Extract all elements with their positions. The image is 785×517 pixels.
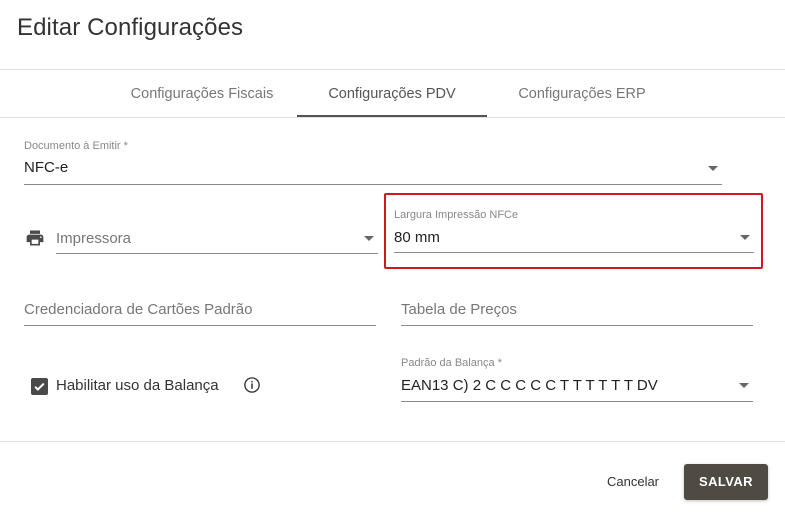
documento-select[interactable]: Documento à Emitir * NFC-e [24, 140, 722, 186]
documento-value: NFC-e [24, 159, 69, 176]
largura-underline [394, 252, 754, 253]
edit-settings-dialog: Editar Configurações Configurações Fisca… [0, 0, 785, 517]
chevron-down-icon [364, 236, 374, 241]
tab-configuracoes-pdv[interactable]: Configurações PDV [297, 70, 487, 118]
impressora-select[interactable]: Impressora [56, 222, 378, 256]
largura-impressao-select[interactable]: Largura Impressão NFCe 80 mm [394, 209, 754, 255]
chevron-down-icon [740, 235, 750, 240]
documento-underline [24, 184, 722, 185]
credenciadora-underline [24, 325, 376, 326]
info-icon[interactable] [243, 376, 261, 394]
printer-icon [26, 230, 44, 246]
documento-label: Documento à Emitir * [24, 140, 128, 152]
check-icon [34, 382, 45, 391]
padrao-balanca-select[interactable]: Padrão da Balança * EAN13 C) 2 C C C C C… [401, 357, 753, 403]
tab-configuracoes-erp[interactable]: Configurações ERP [492, 70, 672, 118]
tab-bar: Configurações Fiscais Configurações PDV … [0, 70, 785, 118]
largura-label: Largura Impressão NFCe [394, 209, 519, 221]
tabela-precos-input[interactable]: Tabela de Preços [401, 293, 753, 327]
tabela-precos-underline [401, 325, 753, 326]
credenciadora-input[interactable]: Credenciadora de Cartões Padrão [24, 293, 376, 327]
footer-divider [0, 441, 785, 442]
padrao-balanca-label: Padrão da Balança * [401, 357, 502, 369]
tabs-divider [0, 117, 785, 118]
padrao-balanca-underline [401, 401, 753, 402]
balanca-checkbox[interactable] [31, 378, 48, 395]
tab-configuracoes-fiscais[interactable]: Configurações Fiscais [112, 70, 292, 118]
impressora-placeholder: Impressora [56, 230, 132, 247]
chevron-down-icon [739, 383, 749, 388]
largura-value: 80 mm [394, 229, 440, 246]
impressora-underline [56, 253, 378, 254]
tabela-precos-placeholder: Tabela de Preços [401, 301, 517, 318]
cancel-button[interactable]: Cancelar [594, 466, 672, 498]
credenciadora-placeholder: Credenciadora de Cartões Padrão [24, 301, 253, 318]
save-button[interactable]: SALVAR [684, 464, 768, 500]
balanca-label[interactable]: Habilitar uso da Balança [56, 377, 219, 394]
padrao-balanca-value: EAN13 C) 2 C C C C C T T T T T T DV [401, 377, 658, 394]
dialog-title: Editar Configurações [17, 14, 244, 41]
chevron-down-icon [708, 166, 718, 171]
